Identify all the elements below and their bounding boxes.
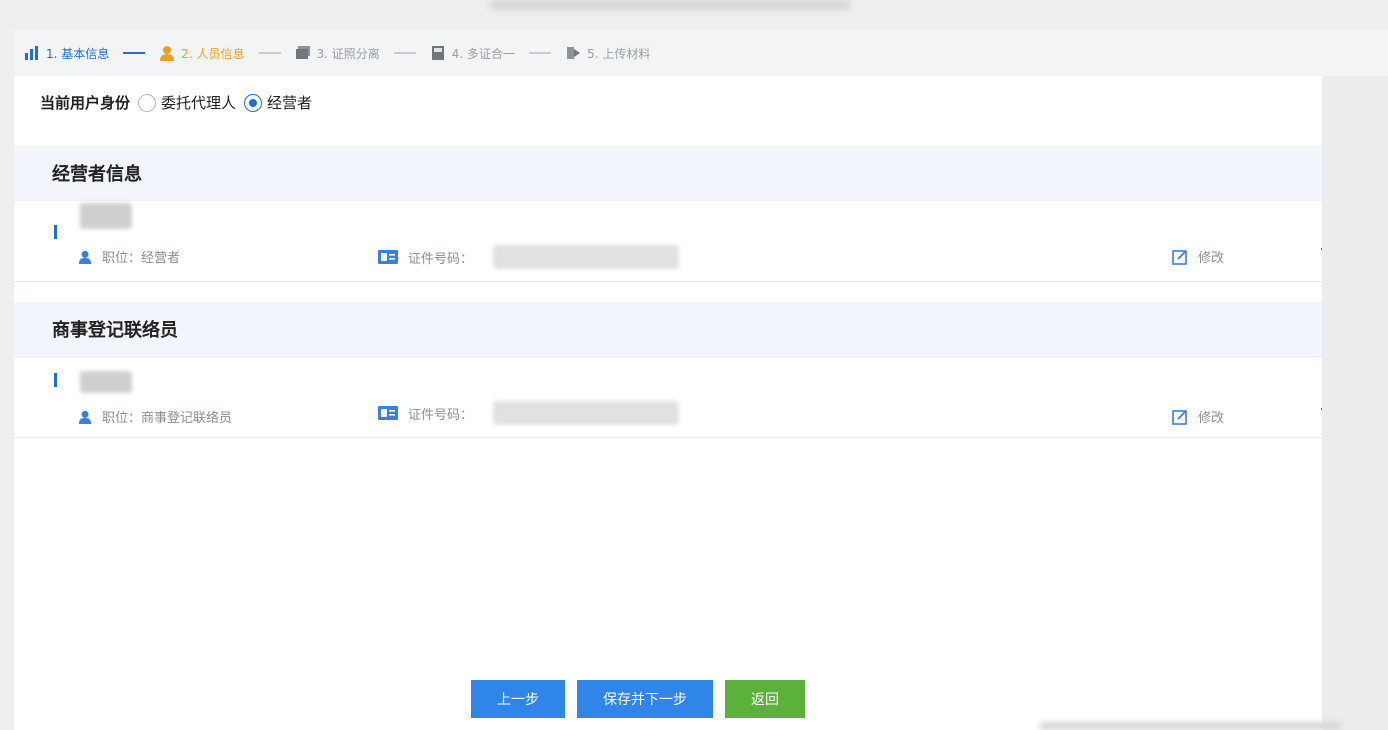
step-personnel-info[interactable]: 2. 人员信息 [159,45,245,62]
book-icon [431,46,444,60]
blurred-name [80,203,132,229]
edit-button[interactable]: 修改 [1172,247,1224,266]
person-row-operator: 职位：经营者 证件号码： 修改 删除 [14,200,1388,282]
section-header-liaison: 商事登记联络员 [14,302,1388,356]
step-label: 1. 基本信息 [46,46,110,61]
user-icon [78,250,92,264]
identity-label: 当前用户身份 [40,94,131,112]
main-panel: 当前用户身份 委托代理人 经营者 经营者信息 职位：经营者 证件号码： 修改 商… [14,76,1388,730]
blurred-id-number [493,245,680,269]
edit-icon [1172,249,1187,265]
user-icon [78,410,92,424]
step-basic-info[interactable]: 1. 基本信息 [24,45,109,62]
blurred-id-number [493,401,680,425]
radio-circle[interactable] [138,93,157,112]
edit-button[interactable]: 修改 [1172,407,1224,426]
person-icon [160,46,175,61]
role-label: 职位：经营者 [102,251,181,266]
id-card-icon [378,250,398,264]
step-label: 3. 证照分离 [316,46,380,61]
step-separator [529,52,552,54]
step-multi-cert[interactable]: 4. 多证合一 [430,45,515,62]
radio-label: 经营者 [267,94,313,112]
section-title: 商事登记联络员 [52,320,178,341]
edit-label: 修改 [1198,411,1225,426]
edit-icon [1172,409,1187,425]
person-row-liaison: 职位：商事登记联络员 证件号码： 修改 删除 [14,356,1388,438]
header-strip [0,0,1388,28]
step-progress-bar: 1. 基本信息 2. 人员信息 3. 证照分离 4. 多证合一 5. 上传材料 [14,30,1388,76]
save-next-button[interactable]: 保存并下一步 [577,680,713,718]
chart-icon [25,46,38,60]
section-title: 经营者信息 [52,164,142,185]
role-info: 职位：经营者 [78,247,180,266]
role-info: 职位：商事登记联络员 [78,407,232,426]
user-identity-selector: 当前用户身份 委托代理人 经营者 [40,92,312,113]
id-label: 证件号码： [408,407,474,423]
radio-circle-checked[interactable] [244,93,263,112]
radio-operator[interactable]: 经营者 [244,92,312,113]
action-buttons: 上一步 保存并下一步 返回 [471,680,805,718]
blurred-name [80,371,132,393]
blurred-footer [1040,722,1340,730]
radio-agent[interactable]: 委托代理人 [138,92,236,113]
edit-label: 修改 [1198,251,1225,266]
blurred-title [490,0,850,10]
step-label: 5. 上传材料 [587,46,651,61]
id-card-icon [378,406,398,420]
step-upload-materials[interactable]: 5. 上传材料 [565,45,650,62]
back-button[interactable]: 返回 [725,680,805,718]
certificate-icon [295,46,310,59]
role-label: 职位：商事登记联络员 [102,411,233,426]
radio-label: 委托代理人 [161,94,237,112]
upload-icon [567,47,581,59]
name-marker [54,373,57,387]
step-separator [123,52,146,54]
id-number-info: 证件号码： [378,245,680,269]
name-marker [54,225,57,239]
prev-step-button[interactable]: 上一步 [471,680,565,718]
step-separator [258,52,281,54]
page: 1. 基本信息 2. 人员信息 3. 证照分离 4. 多证合一 5. 上传材料 … [0,0,1388,730]
step-label: 2. 人员信息 [181,46,245,61]
step-label: 4. 多证合一 [451,46,516,61]
id-number-info: 证件号码： [378,401,680,425]
id-label: 证件号码： [408,251,474,267]
section-header-operator: 经营者信息 [14,146,1388,200]
right-rail [1322,76,1388,730]
step-license-separation[interactable]: 3. 证照分离 [295,45,380,62]
step-separator [393,52,416,54]
